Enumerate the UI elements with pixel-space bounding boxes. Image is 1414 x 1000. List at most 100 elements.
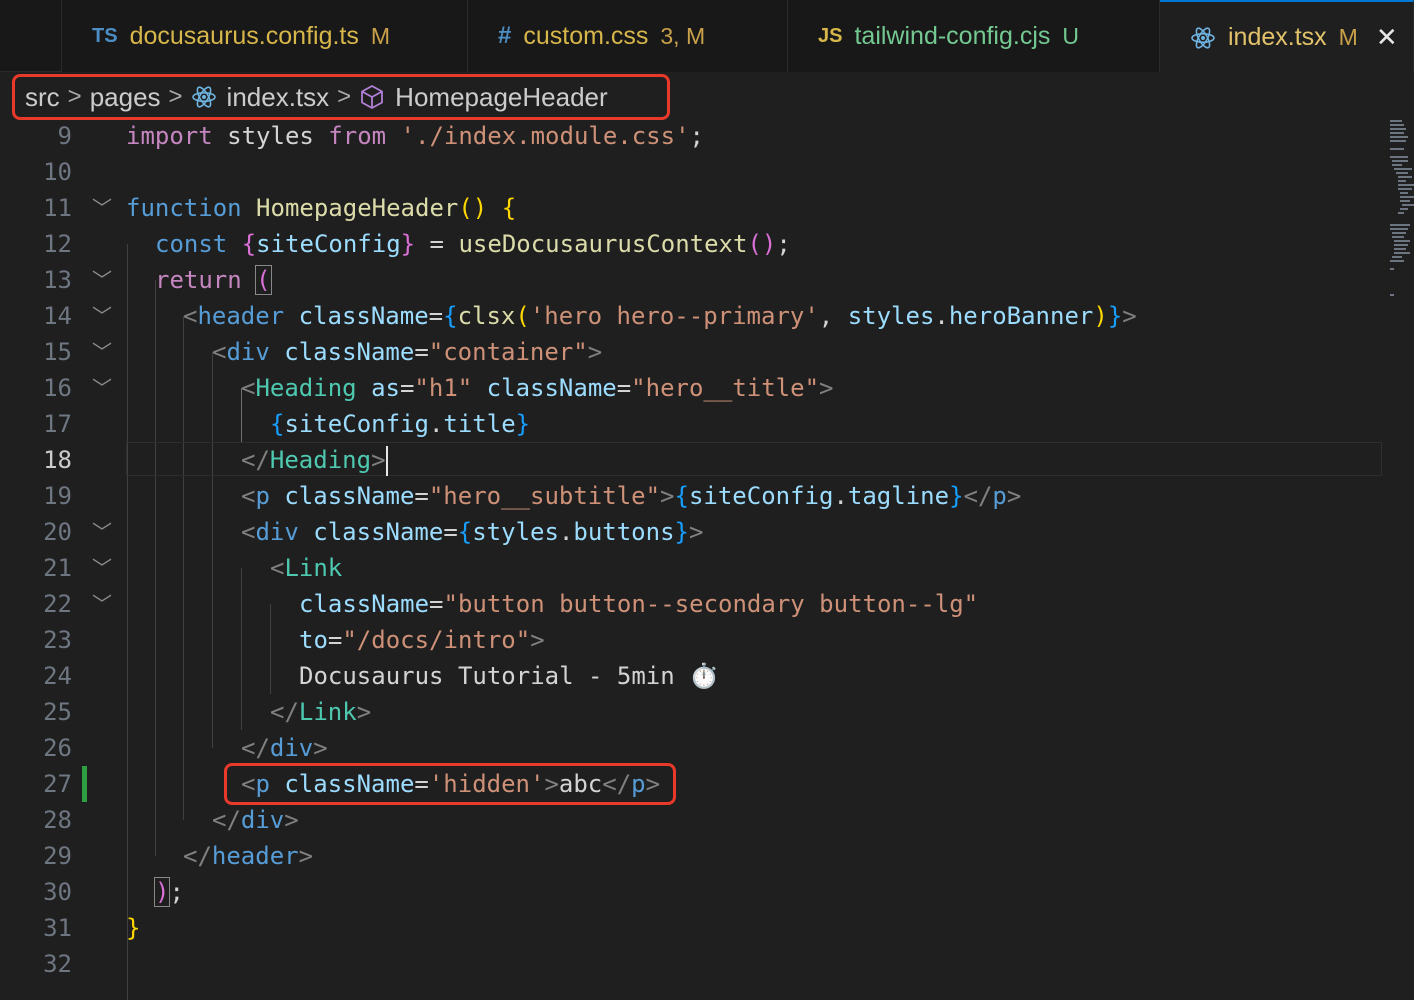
- fold-chevron-icon[interactable]: ﹀: [90, 370, 114, 406]
- line-content: return (: [155, 265, 272, 295]
- code-line: 22 ﹀ className="button button--secondary…: [0, 586, 1384, 622]
- fold-chevron-icon[interactable]: ﹀: [90, 298, 114, 334]
- line-content: {siteConfig.title}: [270, 410, 531, 438]
- line-number: 20: [43, 518, 72, 546]
- symbol-cube-icon: [361, 85, 384, 109]
- fold-chevron-icon[interactable]: ﹀: [90, 334, 114, 370]
- line-content: <header className={clsx('hero hero--prim…: [183, 302, 1137, 330]
- line-number: 10: [43, 158, 72, 186]
- line-content: </Heading>: [241, 446, 388, 476]
- line-content: );: [153, 877, 184, 907]
- line-content: <div className={styles.buttons}>: [241, 518, 704, 546]
- tab-label: custom.css: [523, 21, 649, 50]
- code-line: 31 }: [0, 910, 1384, 946]
- line-content: <Heading as="h1" className="hero__title"…: [241, 374, 834, 402]
- git-status-badge: U: [1062, 22, 1080, 49]
- code-editor[interactable]: 9 import styles from './index.module.css…: [0, 118, 1384, 1000]
- line-number: 24: [43, 662, 72, 690]
- fold-chevron-icon[interactable]: ﹀: [90, 514, 114, 550]
- code-line: 24 Docusaurus Tutorial - 5min ⏱️: [0, 658, 1384, 694]
- breadcrumb-item-pages[interactable]: pages: [90, 82, 161, 113]
- tab-label: docusaurus.config.ts: [129, 21, 359, 50]
- line-number: 14: [43, 302, 72, 330]
- chevron-right-icon: >: [67, 83, 82, 110]
- code-line: 9 import styles from './index.module.css…: [0, 118, 1384, 154]
- breadcrumb-item-file[interactable]: index.tsx: [227, 82, 330, 113]
- breadcrumb-item-symbol[interactable]: HomepageHeader: [395, 82, 607, 113]
- line-number: 32: [43, 950, 72, 978]
- tab-overflow-stub[interactable]: [0, 0, 62, 72]
- tab-tailwind-config[interactable]: JS tailwind-config.cjs U: [788, 0, 1160, 72]
- line-content: </div>: [241, 734, 328, 762]
- breadcrumb-item-src[interactable]: src: [25, 82, 60, 113]
- line-number: 18: [43, 446, 72, 474]
- code-line: 23 to="/docs/intro">: [0, 622, 1384, 658]
- line-number: 23: [43, 626, 72, 654]
- line-number: 15: [43, 338, 72, 366]
- git-status-badge: M: [370, 22, 391, 49]
- fold-chevron-icon[interactable]: ﹀: [90, 262, 114, 298]
- line-content: function HomepageHeader() {: [126, 194, 517, 222]
- code-line: 11 ﹀ function HomepageHeader() {: [0, 190, 1384, 226]
- react-icon: [1191, 26, 1215, 49]
- line-number: 28: [43, 806, 72, 834]
- line-content: </Link>: [270, 698, 372, 726]
- code-line: 21 ﹀ <Link: [0, 550, 1384, 586]
- line-number: 30: [43, 878, 72, 906]
- line-number: 9: [57, 122, 72, 150]
- line-number: 12: [43, 230, 72, 258]
- line-number: 11: [43, 194, 72, 222]
- line-number: 17: [43, 410, 72, 438]
- code-line-current: 18 </Heading>: [0, 442, 1384, 478]
- code-line: 17 {siteConfig.title}: [0, 406, 1384, 442]
- line-number: 16: [43, 374, 72, 402]
- javascript-file-icon: JS: [818, 24, 843, 47]
- line-number: 19: [43, 482, 72, 510]
- tab-custom-css[interactable]: # custom.css 3, M: [468, 0, 788, 72]
- code-line: 28 </div>: [0, 802, 1384, 838]
- tab-index-tsx[interactable]: index.tsx M ✕: [1160, 0, 1414, 73]
- react-icon: [191, 86, 216, 108]
- tab-label: tailwind-config.cjs: [854, 21, 1051, 50]
- tab-docusaurus-config[interactable]: TS docusaurus.config.ts M: [62, 0, 468, 72]
- line-number: 26: [43, 734, 72, 762]
- code-line: 20 ﹀ <div className={styles.buttons}>: [0, 514, 1384, 550]
- line-content: <div className="container">: [212, 338, 603, 366]
- code-line: 25 </Link>: [0, 694, 1384, 730]
- chevron-right-icon: >: [337, 83, 352, 110]
- line-content: }: [126, 914, 141, 942]
- code-line: 30 );: [0, 874, 1384, 910]
- line-content: Docusaurus Tutorial - 5min ⏱️: [299, 662, 720, 690]
- fold-chevron-icon[interactable]: ﹀: [90, 190, 114, 226]
- minimap[interactable]: [1384, 118, 1414, 318]
- text-cursor: [385, 446, 388, 476]
- line-content: className="button button--secondary butt…: [299, 590, 979, 618]
- code-line: 27 <p className='hidden'>abc</p>: [0, 766, 1384, 802]
- line-content: import styles from './index.module.css';: [126, 122, 704, 150]
- line-number: 21: [43, 554, 72, 582]
- line-content: </div>: [212, 806, 299, 834]
- git-status-badge: M: [1338, 24, 1358, 50]
- fold-chevron-icon[interactable]: ﹀: [90, 586, 114, 622]
- typescript-file-icon: TS: [92, 24, 118, 47]
- css-file-icon: #: [498, 22, 512, 49]
- code-line: 32: [0, 946, 1384, 982]
- breadcrumb: src > pages > index.tsx > HomepageHeader: [12, 74, 670, 120]
- code-line: 16 ﹀ <Heading as="h1" className="hero__t…: [0, 370, 1384, 406]
- line-content: </header>: [183, 842, 314, 870]
- fold-chevron-icon[interactable]: ﹀: [90, 550, 114, 586]
- line-number: 25: [43, 698, 72, 726]
- line-content: const {siteConfig} = useDocusaurusContex…: [155, 230, 791, 258]
- line-content: to="/docs/intro">: [299, 626, 545, 654]
- line-number: 27: [43, 770, 72, 798]
- code-line: 26 </div>: [0, 730, 1384, 766]
- line-number: 22: [43, 590, 72, 618]
- line-content: <p className="hero__subtitle">{siteConfi…: [241, 482, 1022, 510]
- close-icon[interactable]: ✕: [1376, 22, 1398, 53]
- code-line: 12 const {siteConfig} = useDocusaurusCon…: [0, 226, 1384, 262]
- line-number: 29: [43, 842, 72, 870]
- tab-label: index.tsx: [1228, 23, 1327, 51]
- code-line: 14 ﹀ <header className={clsx('hero hero-…: [0, 298, 1384, 334]
- line-number: 13: [43, 266, 72, 294]
- code-line: 15 ﹀ <div className="container">: [0, 334, 1384, 370]
